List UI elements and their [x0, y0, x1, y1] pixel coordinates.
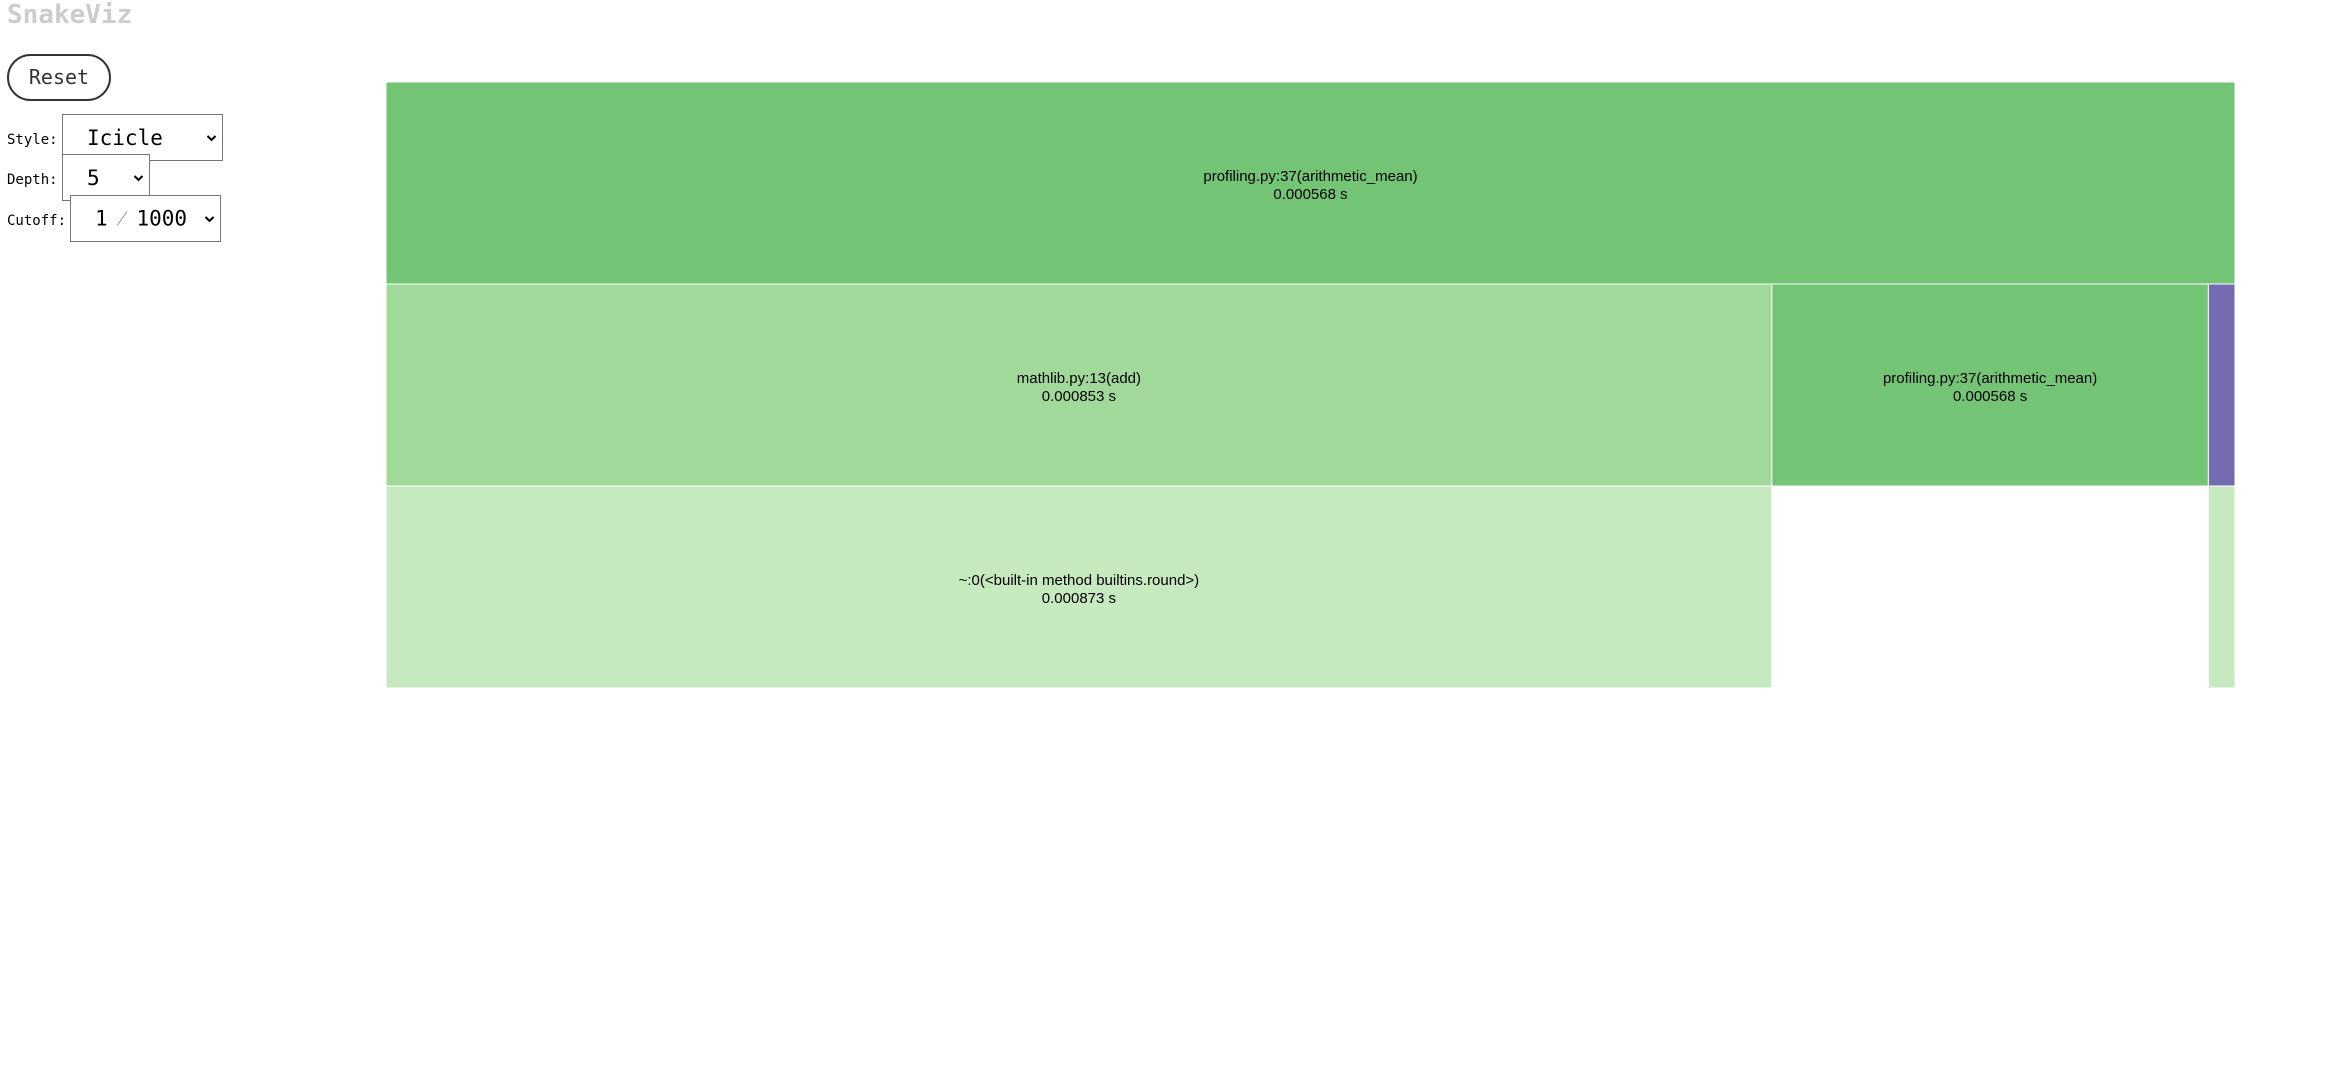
icicle-block-rect[interactable] — [2207, 485, 2236, 689]
icicle-block[interactable] — [2207, 485, 2236, 689]
icicle-block-time: 0.000568 s — [1953, 388, 2027, 405]
icicle-block[interactable]: ~:0(<built-in method builtins.round>)0.0… — [385, 485, 1773, 689]
icicle-block-time: 0.000568 s — [1273, 186, 1347, 203]
icicle-block-name: mathlib.py:13(add) — [1017, 370, 1141, 387]
icicle-block-time: 0.000853 s — [1042, 388, 1116, 405]
icicle-block[interactable] — [2207, 283, 2236, 487]
icicle-block-name: profiling.py:37(arithmetic_mean) — [1203, 168, 1417, 185]
icicle-block-name: ~:0(<built-in method builtins.round>) — [959, 572, 1200, 589]
icicle-block[interactable]: mathlib.py:13(add)0.000853 s — [385, 283, 1773, 487]
icicle-chart: profiling.py:37(arithmetic_mean)0.000568… — [385, 81, 2236, 689]
icicle-block-rect[interactable] — [2207, 283, 2236, 487]
icicle-block[interactable]: profiling.py:37(arithmetic_mean)0.000568… — [385, 81, 2236, 285]
icicle-block[interactable]: profiling.py:37(arithmetic_mean)0.000568… — [1771, 283, 2209, 487]
icicle-block-time: 0.000873 s — [1042, 590, 1116, 607]
icicle-block-name: profiling.py:37(arithmetic_mean) — [1883, 370, 2097, 387]
